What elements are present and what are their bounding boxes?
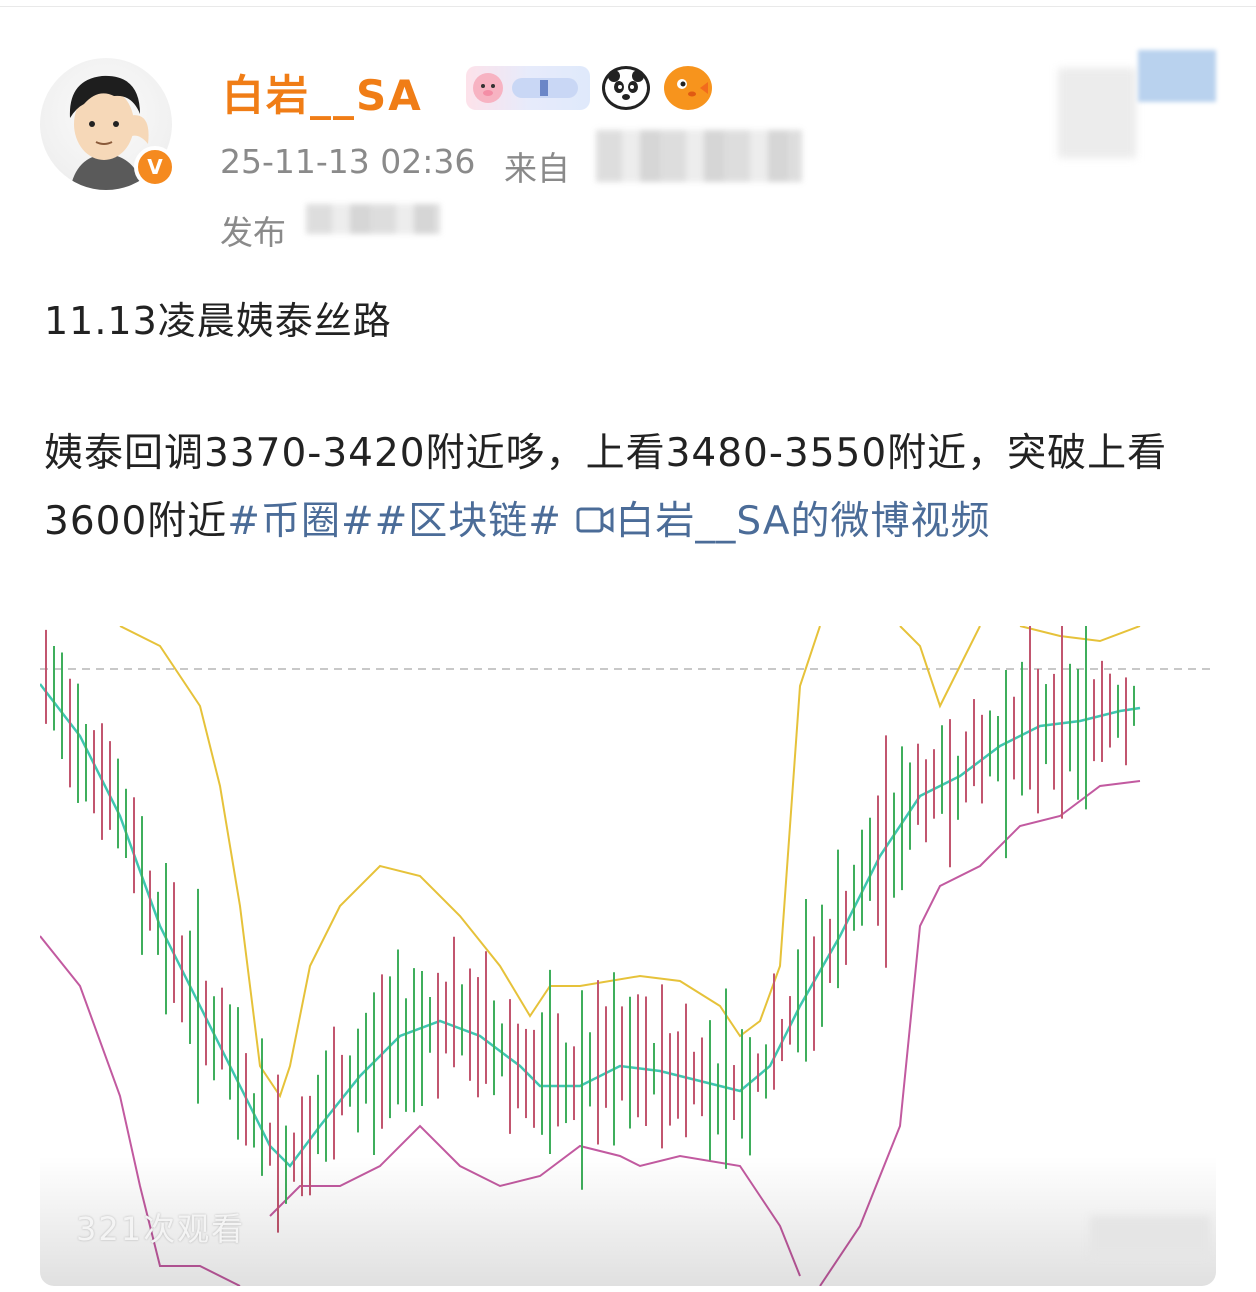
upper-band-line [1019, 626, 1141, 643]
video-player[interactable]: 321次观看 [40, 626, 1216, 1286]
redacted-watermark [1090, 1216, 1210, 1256]
panda-icon [602, 66, 650, 110]
video-link-label: 白岩__SA的微博视频 [615, 499, 991, 544]
top-divider [0, 6, 1256, 7]
source-label: 来自 [504, 149, 570, 188]
video-link[interactable]: 白岩__SA的微博视频 [575, 499, 990, 544]
redacted-area [1058, 68, 1136, 158]
redacted-location [306, 204, 440, 234]
verified-badge-icon: V [134, 146, 176, 188]
upper-band-line [899, 626, 981, 709]
pufferfish-icon [664, 66, 712, 110]
view-count: 321次观看 [76, 1210, 246, 1248]
redacted-area [1138, 50, 1216, 102]
hashtag-crypto[interactable]: #币圈# [227, 499, 374, 544]
redacted-source [596, 130, 802, 182]
video-camera-icon [576, 507, 614, 533]
hashtag-blockchain[interactable]: #区块链# [375, 499, 562, 544]
post-body: 姨泰回调3370-3420附近哆，上看3480-3550附近，突破上看3600附… [44, 420, 1214, 556]
post-title: 11.13凌晨姨泰丝路 [44, 299, 392, 343]
pig-badge-icon [466, 66, 590, 110]
publish-label: 发布 [220, 213, 286, 252]
username[interactable]: 白岩__SA [222, 62, 423, 123]
post-timestamp: 25-11-13 02:36 [220, 142, 476, 181]
